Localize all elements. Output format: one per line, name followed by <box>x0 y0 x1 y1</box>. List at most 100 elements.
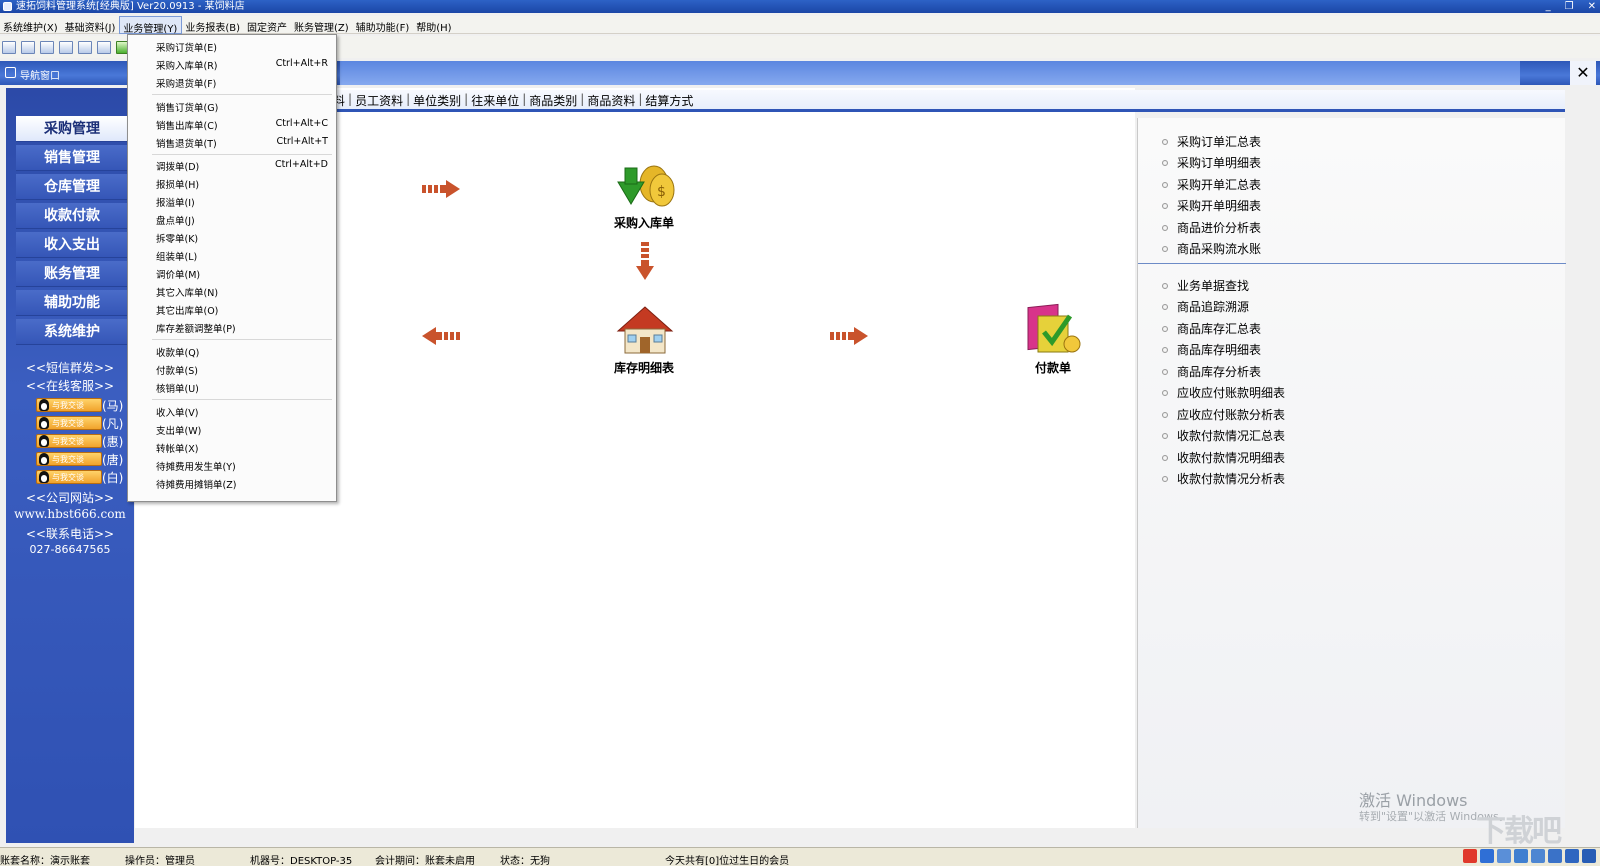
tab-unit-types[interactable]: 单位类别 <box>410 92 464 109</box>
menu-item[interactable]: 付款单(S) <box>156 363 328 377</box>
tab-product-types[interactable]: 商品类别 <box>526 92 580 109</box>
report-link[interactable]: 应收应付账款分析表 <box>1162 406 1285 423</box>
ime-icon[interactable] <box>1463 849 1477 863</box>
menu-accounting[interactable]: 账务管理(Z) <box>291 16 353 34</box>
online-service-link[interactable]: <<在线客服>> <box>6 377 134 394</box>
report-link[interactable]: 商品追踪溯源 <box>1162 298 1249 315</box>
purchase-in-icon[interactable]: $ <box>614 160 676 212</box>
list-icon[interactable] <box>21 40 35 54</box>
menu-item[interactable]: 销售出库单(C) Ctrl+Alt+C <box>156 118 328 132</box>
menu-item[interactable]: 报溢单(I) <box>156 195 328 209</box>
sms-link[interactable]: <<短信群发>> <box>6 359 134 376</box>
report-link[interactable]: 收款付款情况汇总表 <box>1162 427 1285 444</box>
menu-item[interactable]: 销售订货单(G) <box>156 100 328 114</box>
tab-settlement[interactable]: 结算方式 <box>642 92 696 109</box>
report-link[interactable]: 采购开单汇总表 <box>1162 176 1261 193</box>
menu-item[interactable]: 其它入库单(N) <box>156 285 328 299</box>
qq-badge[interactable]: 与我交谈 <box>36 416 102 430</box>
purchase-in-label[interactable]: 采购入库单 <box>584 214 704 231</box>
menu-item[interactable]: 支出单(W) <box>156 423 328 437</box>
menu-item[interactable]: 待摊费用发生单(Y) <box>156 459 328 473</box>
punctuation-icon[interactable] <box>1497 849 1511 863</box>
qq-badge[interactable]: 与我交谈 <box>36 452 102 466</box>
tab-employees[interactable]: 员工资料 <box>352 92 406 109</box>
menu-item[interactable]: 其它出库单(O) <box>156 303 328 317</box>
menu-reports[interactable]: 业务报表(B) <box>182 16 244 34</box>
chat-icon[interactable] <box>78 40 92 54</box>
menu-item[interactable]: 采购入库单(R) Ctrl+Alt+R <box>156 58 328 72</box>
menu-item[interactable]: 调价单(M) <box>156 267 328 281</box>
stock-detail-label[interactable]: 库存明细表 <box>584 359 704 376</box>
report-link[interactable]: 采购订单明细表 <box>1162 154 1261 171</box>
menu-item[interactable]: 报损单(H) <box>156 177 328 191</box>
module-receipts-payments[interactable]: 收款付款 <box>16 203 128 229</box>
module-warehouse[interactable]: 仓库管理 <box>16 174 128 200</box>
menu-item[interactable]: 调拨单(D) Ctrl+Alt+D <box>156 159 328 173</box>
grid-icon[interactable] <box>1582 849 1596 863</box>
report-link[interactable]: 收款付款情况分析表 <box>1162 470 1285 487</box>
qq-contact[interactable]: 与我交谈 (凡) <box>36 415 123 431</box>
report-link[interactable]: 业务单据查找 <box>1162 277 1249 294</box>
nav-close-button[interactable]: ✕ <box>1570 61 1596 85</box>
emoji-icon[interactable] <box>1514 849 1528 863</box>
report-link[interactable]: 商品库存分析表 <box>1162 363 1261 380</box>
menu-item[interactable]: 库存差额调整单(P) <box>156 321 328 335</box>
report-link[interactable]: 商品采购流水账 <box>1162 240 1261 257</box>
menu-item[interactable]: 组装单(L) <box>156 249 328 263</box>
menu-system[interactable]: 系统维护(X) <box>0 16 62 34</box>
cascade-icon[interactable] <box>40 40 54 54</box>
menu-basic-data[interactable]: 基础资料(J) <box>62 16 120 34</box>
module-system[interactable]: 系统维护 <box>16 319 128 345</box>
tab-products[interactable]: 商品资料 <box>584 92 638 109</box>
menu-item[interactable]: 销售退货单(T) Ctrl+Alt+T <box>156 136 328 150</box>
monitor-icon[interactable] <box>59 40 73 54</box>
payment-icon[interactable] <box>1024 302 1082 354</box>
report-link[interactable]: 商品进价分析表 <box>1162 219 1261 236</box>
report-link[interactable]: 商品库存汇总表 <box>1162 320 1261 337</box>
module-auxiliary[interactable]: 辅助功能 <box>16 290 128 316</box>
menu-item[interactable]: 收入单(V) <box>156 405 328 419</box>
qq-contact[interactable]: 与我交谈 (马) <box>36 397 123 413</box>
house-icon[interactable] <box>616 305 674 355</box>
tab-partners[interactable]: 往来单位 <box>468 92 522 109</box>
report-link[interactable]: 采购开单明细表 <box>1162 197 1261 214</box>
module-purchase[interactable]: 采购管理 <box>16 116 128 142</box>
skin-icon[interactable] <box>1565 849 1579 863</box>
report-link[interactable]: 采购订单汇总表 <box>1162 133 1261 150</box>
qq-badge[interactable]: 与我交谈 <box>36 398 102 412</box>
menu-item[interactable]: 核销单(U) <box>156 381 328 395</box>
menu-item[interactable]: 待摊费用摊销单(Z) <box>156 477 328 491</box>
website-url[interactable]: www.hbst666.com <box>6 507 134 521</box>
module-accounting[interactable]: 账务管理 <box>16 261 128 287</box>
menu-fixed-assets[interactable]: 固定资产 <box>244 16 291 34</box>
menu-business[interactable]: 业务管理(Y) <box>119 16 183 35</box>
payment-label[interactable]: 付款单 <box>993 359 1113 376</box>
maximize-button[interactable]: ❐ <box>1565 0 1574 13</box>
menu-auxiliary[interactable]: 辅助功能(F) <box>353 16 414 34</box>
language-icon[interactable] <box>1480 849 1494 863</box>
report-link[interactable]: 收款付款情况明细表 <box>1162 449 1285 466</box>
close-button[interactable]: ✕ <box>1588 0 1596 13</box>
module-income-expense[interactable]: 收入支出 <box>16 232 128 258</box>
menu-item[interactable]: 转帐单(X) <box>156 441 328 455</box>
report-link[interactable]: 应收应付账款明细表 <box>1162 384 1285 401</box>
qq-badge[interactable]: 与我交谈 <box>36 470 102 484</box>
qq-badge[interactable]: 与我交谈 <box>36 434 102 448</box>
keyboard-icon[interactable] <box>1548 849 1562 863</box>
menu-item[interactable]: 采购退货单(F) <box>156 76 328 90</box>
report-link[interactable]: 商品库存明细表 <box>1162 341 1261 358</box>
menu-item[interactable]: 拆零单(K) <box>156 231 328 245</box>
menu-item[interactable]: 盘点单(J) <box>156 213 328 227</box>
menu-item[interactable]: 采购订货单(E) <box>156 40 328 54</box>
qq-contact[interactable]: 与我交谈 (白) <box>36 469 123 485</box>
module-sales[interactable]: 销售管理 <box>16 145 128 171</box>
tools-icon[interactable] <box>97 40 111 54</box>
qq-contact[interactable]: 与我交谈 (唐) <box>36 451 123 467</box>
window-icon[interactable] <box>2 40 16 54</box>
menu-help[interactable]: 帮助(H) <box>413 16 455 34</box>
menu-item[interactable]: 收款单(Q) <box>156 345 328 359</box>
website-link[interactable]: <<公司网站>> <box>6 489 134 506</box>
microphone-icon[interactable] <box>1531 849 1545 863</box>
minimize-button[interactable]: _ <box>1546 0 1551 13</box>
qq-contact[interactable]: 与我交谈 (惠) <box>36 433 123 449</box>
